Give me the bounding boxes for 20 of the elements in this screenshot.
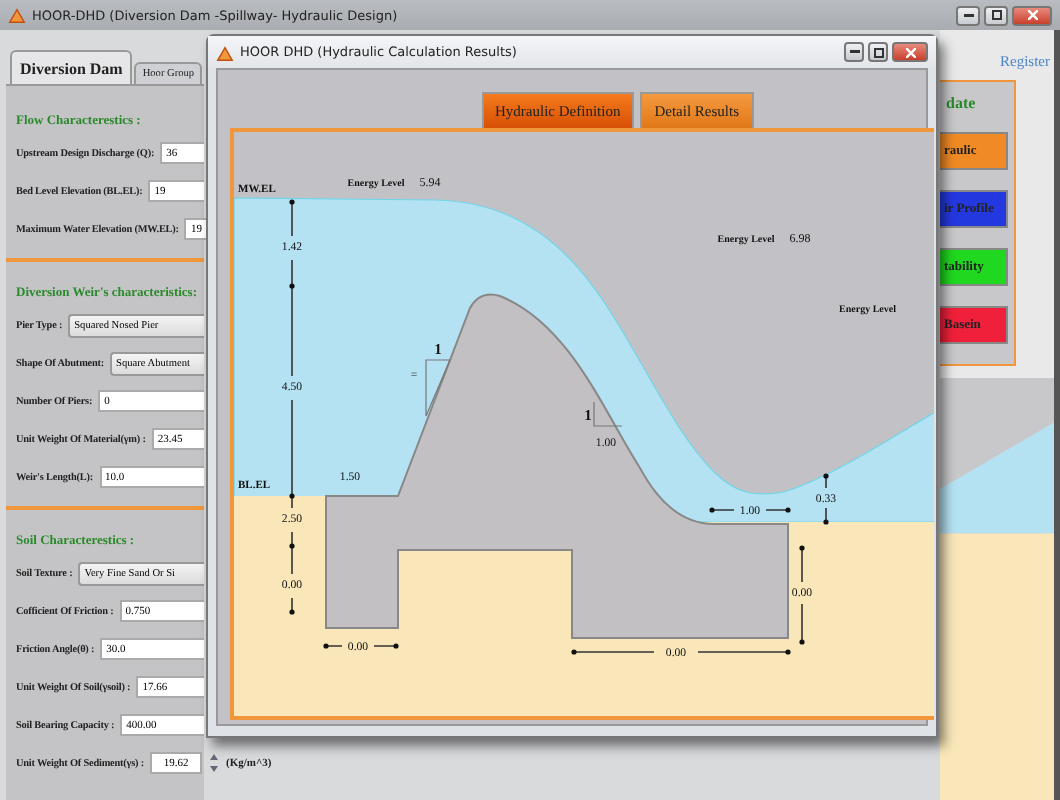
- close-button[interactable]: [892, 42, 928, 62]
- maximize-button[interactable]: [868, 42, 888, 62]
- slope-triangle: [425, 359, 451, 417]
- minimize-icon: [849, 50, 859, 54]
- dimension-line: [323, 643, 399, 649]
- spinner-arrows-icon[interactable]: [208, 752, 220, 774]
- close-icon: [1027, 10, 1037, 20]
- panel-heading: date: [944, 94, 978, 112]
- maximize-icon: [991, 10, 1001, 20]
- close-icon: [905, 47, 915, 57]
- minimize-button[interactable]: [844, 42, 864, 62]
- app-icon: [216, 43, 234, 61]
- maximize-icon: [873, 47, 883, 57]
- minimize-icon: [963, 13, 973, 17]
- tab[interactable]: Diversion Dam: [10, 50, 133, 84]
- dimension-line: [709, 507, 791, 513]
- minimize-button[interactable]: [956, 5, 980, 25]
- maximize-button[interactable]: [984, 5, 1008, 25]
- app-icon: [8, 6, 26, 24]
- close-button[interactable]: [1012, 5, 1052, 25]
